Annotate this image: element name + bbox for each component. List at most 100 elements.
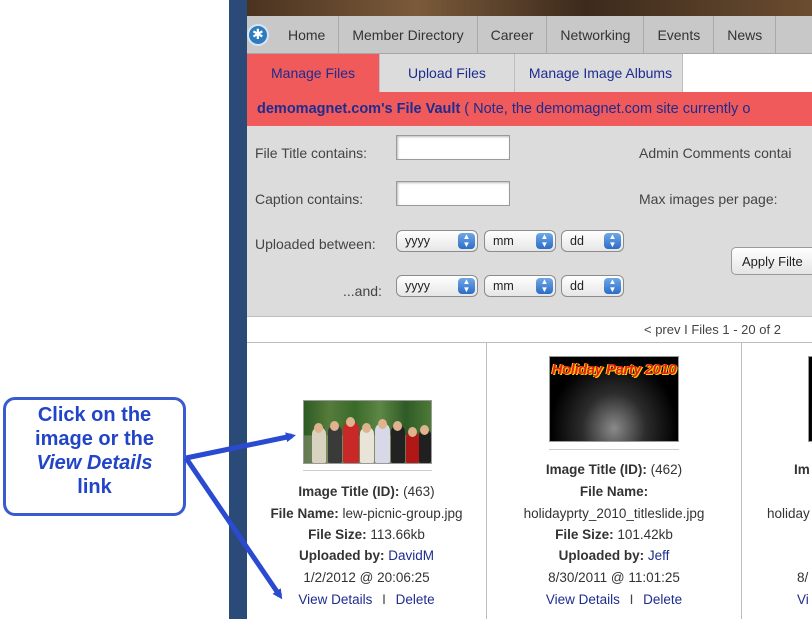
from-month-value: mm	[493, 234, 514, 248]
vault-header: demomagnet.com's File Vault ( Note, the …	[247, 92, 812, 126]
thumbnail-caption: Holiday Party 2010	[551, 361, 677, 378]
nav-career[interactable]: Career	[478, 15, 548, 54]
callout-line: link	[77, 476, 112, 498]
select-stepper-icon: ▲ ▼	[604, 233, 621, 249]
delete-link[interactable]: Delete	[643, 592, 682, 607]
site-logo-icon[interactable]	[247, 23, 269, 46]
window-edge	[229, 0, 247, 619]
view-details-link[interactable]: Vi	[797, 592, 812, 607]
to-year-value: yyyy	[405, 279, 430, 293]
from-month-select[interactable]: mm ▲ ▼	[484, 230, 556, 252]
action-separator: I	[382, 592, 386, 607]
image-id: (462)	[650, 462, 683, 477]
uploaded-by-label: Uploaded by:	[298, 548, 385, 563]
file-name-label-line: File Name:	[487, 484, 741, 499]
filter-panel: File Title contains: Admin Comments cont…	[247, 126, 812, 316]
upload-date: 8/	[797, 570, 809, 585]
file-name-value: lew-picnic-group.jpg	[342, 506, 463, 521]
file-size-value: 113.66kb	[370, 527, 425, 542]
file-card: Image Title (ID): (463) File Name: lew-p…	[247, 343, 487, 619]
uploaded-between-label: Uploaded between:	[255, 236, 376, 252]
callout-line: image or the	[35, 428, 154, 450]
admin-comments-label: Admin Comments contai	[639, 145, 792, 161]
uploaded-by-line: Uploaded by: DavidM	[247, 548, 486, 563]
callout-line: Click on the	[37, 404, 152, 426]
screenshot-root: Home Member Directory Career Networking …	[0, 0, 812, 619]
select-stepper-icon: ▲ ▼	[536, 233, 553, 249]
file-size-value: 101.42kb	[617, 527, 673, 542]
vault-note: ( Note, the demomagnet.com site currentl…	[464, 101, 751, 117]
file-card: Im holiday 8/ Vi	[742, 343, 812, 619]
from-year-select[interactable]: yyyy ▲ ▼	[396, 230, 478, 252]
file-name-label: File Name:	[579, 484, 649, 499]
file-tabs: Manage Files Upload Files Manage Image A…	[247, 54, 812, 92]
select-stepper-icon: ▲ ▼	[604, 278, 621, 294]
image-title-label: Image Title (ID):	[545, 462, 647, 477]
pagination-bar: < prev I Files 1 - 20 of 2	[247, 316, 812, 343]
file-thumbnail[interactable]	[303, 400, 432, 464]
upload-date: 1/2/2012 @ 20:06:25	[303, 570, 430, 585]
tab-upload-files[interactable]: Upload Files	[380, 54, 515, 92]
file-actions: View Details I Delete	[487, 592, 741, 607]
file-thumbnail[interactable]: Holiday Party 2010	[549, 356, 679, 442]
and-label: ...and:	[343, 283, 382, 299]
nav-member-directory[interactable]: Member Directory	[339, 15, 478, 54]
file-thumbnail[interactable]	[808, 356, 812, 442]
action-separator: I	[629, 592, 634, 607]
pagination-text[interactable]: < prev I Files 1 - 20 of 2	[644, 322, 781, 337]
site-banner	[247, 0, 812, 16]
to-month-select[interactable]: mm ▲ ▼	[484, 275, 556, 297]
delete-link[interactable]: Delete	[396, 592, 435, 607]
image-title-label: Im	[794, 462, 810, 477]
to-month-value: mm	[493, 279, 514, 293]
main-nav: Home Member Directory Career Networking …	[247, 15, 812, 54]
file-size-label: File Size:	[555, 527, 614, 542]
uploader-link[interactable]: DavidM	[388, 548, 434, 563]
image-title-label: Image Title (ID):	[298, 484, 400, 499]
file-name-value: holidayprty_2010_titleslide.jpg	[523, 506, 705, 521]
tab-manage-image-albums[interactable]: Manage Image Albums	[514, 54, 684, 92]
from-day-value: dd	[570, 234, 584, 248]
select-stepper-icon: ▲ ▼	[458, 278, 475, 294]
tab-manage-files[interactable]: Manage Files	[247, 54, 381, 92]
apply-filter-button[interactable]: Apply Filte	[731, 247, 812, 275]
file-actions: View Details I Delete	[247, 592, 486, 607]
nav-home[interactable]: Home	[275, 15, 340, 54]
to-day-value: dd	[570, 279, 584, 293]
view-details-link[interactable]: View Details	[298, 592, 372, 607]
uploaded-by-line: Uploaded by: Jeff	[487, 548, 741, 563]
uploader-link[interactable]: Jeff	[648, 548, 670, 563]
view-details-link[interactable]: View Details	[546, 592, 620, 607]
image-title-line: Image Title (ID): (463)	[247, 484, 486, 499]
file-size-label: File Size:	[308, 527, 367, 542]
caption-label: Caption contains:	[255, 191, 364, 207]
file-name-line: File Name: lew-picnic-group.jpg	[247, 506, 486, 521]
file-name-value: holiday	[767, 506, 810, 521]
file-title-label: File Title contains:	[255, 145, 368, 161]
file-vault-page: Home Member Directory Career Networking …	[247, 0, 812, 619]
file-title-input[interactable]	[396, 135, 510, 160]
max-images-label: Max images per page:	[639, 191, 778, 207]
file-name-label: File Name:	[270, 506, 339, 521]
nav-news[interactable]: News	[714, 15, 777, 54]
uploaded-by-label: Uploaded by:	[558, 548, 645, 563]
to-year-select[interactable]: yyyy ▲ ▼	[396, 275, 478, 297]
to-day-select[interactable]: dd ▲ ▼	[561, 275, 624, 297]
file-size-line: File Size: 113.66kb	[247, 527, 486, 542]
image-title-line: Image Title (ID): (462)	[487, 462, 741, 477]
file-grid: Image Title (ID): (463) File Name: lew-p…	[247, 343, 812, 619]
from-year-value: yyyy	[405, 234, 430, 248]
from-day-select[interactable]: dd ▲ ▼	[561, 230, 624, 252]
image-id: (463)	[403, 484, 435, 499]
file-size-line: File Size: 101.42kb	[487, 527, 741, 542]
select-stepper-icon: ▲ ▼	[458, 233, 475, 249]
select-stepper-icon: ▲ ▼	[536, 278, 553, 294]
upload-date: 8/30/2011 @ 11:01:25	[548, 570, 680, 585]
vault-title: demomagnet.com's File Vault	[257, 101, 461, 117]
caption-input[interactable]	[396, 181, 510, 206]
nav-networking[interactable]: Networking	[547, 15, 645, 54]
callout-line: View Details	[36, 452, 153, 474]
instruction-callout: Click on the image or the View Details l…	[3, 397, 186, 516]
file-card: Holiday Party 2010 Image Title (ID): (46…	[487, 343, 742, 619]
nav-events[interactable]: Events	[644, 15, 715, 54]
